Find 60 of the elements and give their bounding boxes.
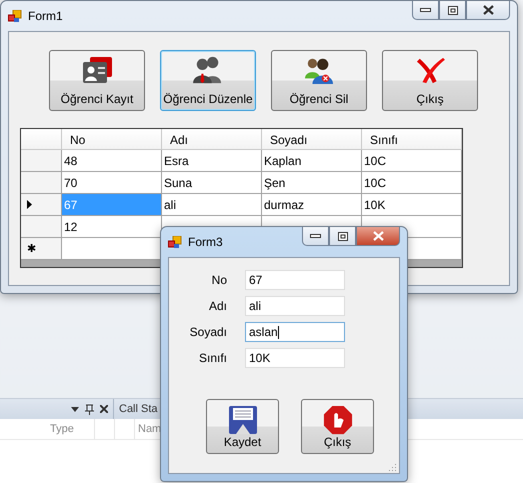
- table-cell[interactable]: ali: [162, 194, 262, 216]
- resize-grip-icon: [389, 463, 397, 471]
- stop-hand-icon: [322, 405, 354, 435]
- table-cell[interactable]: 10C: [362, 172, 462, 194]
- minimize-button[interactable]: [412, 1, 439, 20]
- table-cell[interactable]: 10K: [362, 194, 462, 216]
- column-header: Nam: [138, 423, 162, 435]
- field-label: No: [210, 273, 227, 287]
- minimize-icon: [310, 234, 321, 238]
- toolbar-button[interactable]: Öğrenci Sil: [271, 50, 367, 111]
- table-cell[interactable]: Esra: [162, 150, 262, 172]
- users-delete-icon: [303, 56, 335, 84]
- table-cell[interactable]: Suna: [162, 172, 262, 194]
- maximize-button[interactable]: [439, 1, 466, 20]
- id-card-icon: [81, 56, 113, 84]
- table-cell[interactable]: durmaz: [262, 194, 362, 216]
- toolbar-button[interactable]: Öğrenci Kayıt: [49, 50, 145, 111]
- maximize-icon: [338, 232, 348, 240]
- column-header[interactable]: Soyadı: [262, 129, 362, 150]
- row-header[interactable]: ✱: [21, 238, 62, 260]
- row-header[interactable]: [21, 194, 62, 216]
- dropdown-icon[interactable]: [71, 406, 79, 412]
- field-label: Soyadı: [188, 325, 227, 339]
- pin-icon[interactable]: [85, 404, 94, 414]
- column-header[interactable]: Sınıfı: [362, 129, 462, 150]
- table-cell[interactable]: Kaplan: [262, 150, 362, 172]
- maximize-icon: [448, 6, 458, 14]
- close-button[interactable]: [466, 1, 510, 20]
- column-header: Type: [50, 423, 74, 435]
- input-field[interactable]: ali: [245, 296, 345, 316]
- new-row-marker: ✱: [27, 242, 36, 255]
- dialog-button[interactable]: Kaydet: [206, 399, 279, 454]
- input-field[interactable]: aslan: [245, 322, 345, 342]
- window-icon: [8, 10, 22, 22]
- panel-tab[interactable]: Call Sta: [119, 403, 158, 415]
- table-cell[interactable]: 48: [62, 150, 162, 172]
- column-header[interactable]: No: [62, 129, 162, 150]
- window-title: Form3: [188, 235, 223, 249]
- minimize-button[interactable]: [302, 227, 329, 246]
- close-icon[interactable]: [100, 405, 108, 413]
- corner-header: [21, 129, 62, 150]
- table-cell[interactable]: 70: [62, 172, 162, 194]
- toolbar-button[interactable]: Öğrenci Düzenle: [160, 50, 256, 111]
- window-icon: [168, 236, 182, 248]
- field-label: Sınıfı: [198, 351, 227, 365]
- close-icon: [482, 5, 494, 15]
- table-cell[interactable]: 12: [62, 216, 162, 238]
- column-header[interactable]: Adı: [162, 129, 262, 150]
- current-row-icon: [27, 200, 32, 209]
- field-label: Adı: [208, 299, 227, 313]
- table-cell[interactable]: 10C: [362, 150, 462, 172]
- maximize-button[interactable]: [329, 227, 356, 246]
- minimize-icon: [420, 8, 431, 12]
- dialog-button[interactable]: Çıkış: [301, 399, 374, 454]
- toolbar-button[interactable]: Çıkış: [382, 50, 478, 111]
- table-cell[interactable]: Şen: [262, 172, 362, 194]
- input-field[interactable]: 10K: [245, 348, 345, 368]
- window-title: Form1: [28, 9, 63, 23]
- close-icon: [372, 231, 384, 241]
- input-field[interactable]: 67: [245, 270, 345, 290]
